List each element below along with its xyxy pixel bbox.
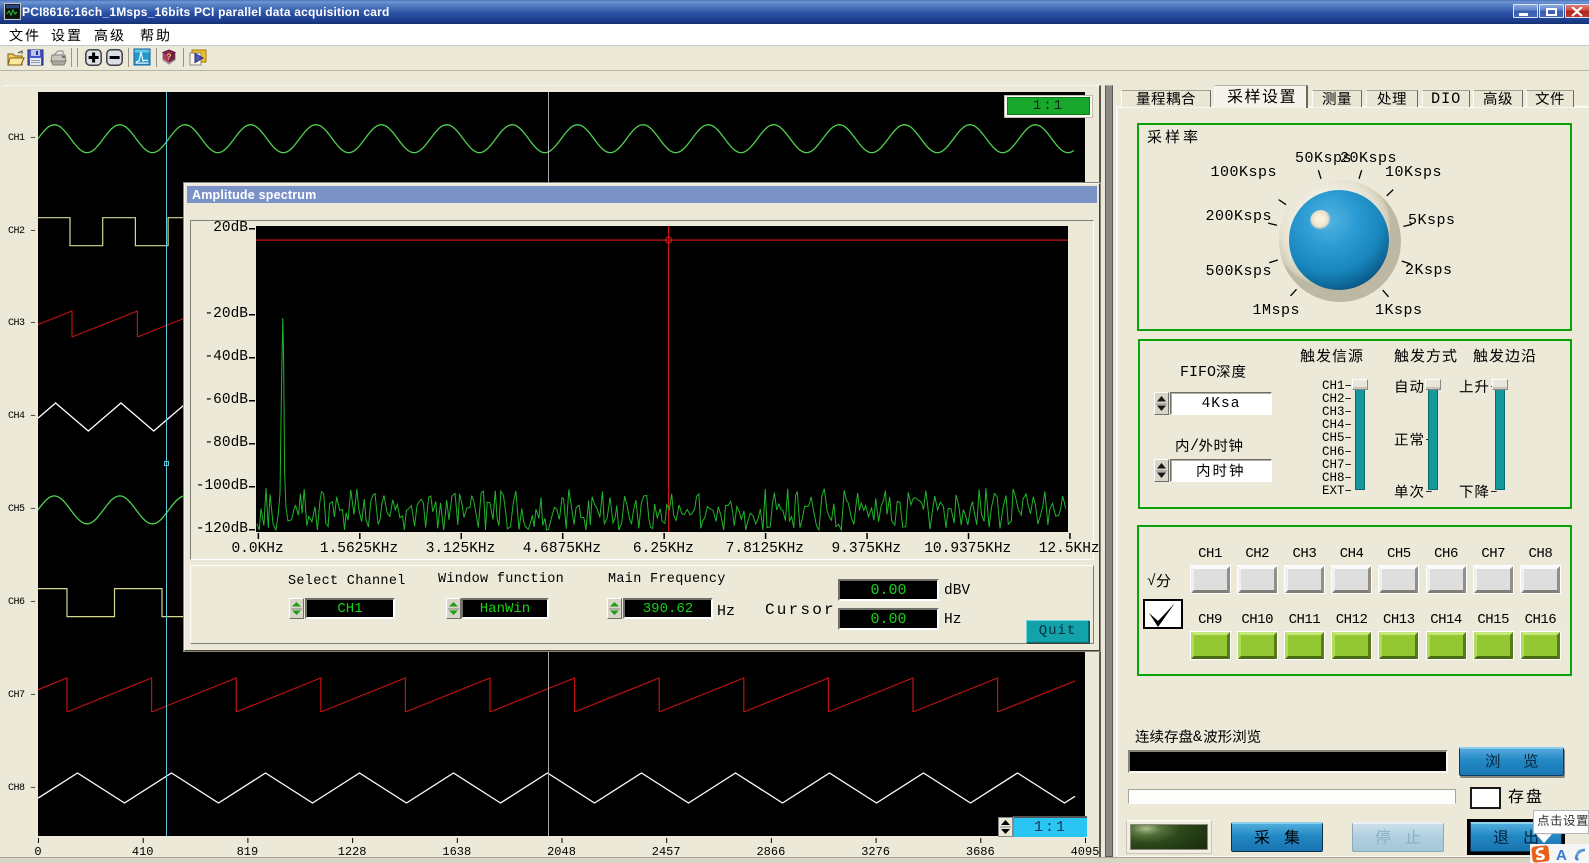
svg-text:O: O <box>1451 90 1460 108</box>
svg-text:&: & <box>1193 728 1202 746</box>
svg-text:/: / <box>1190 437 1199 455</box>
svg-text:D: D <box>1431 90 1440 108</box>
svg-text:I: I <box>1441 90 1450 108</box>
svg-text:A: A <box>1556 847 1567 863</box>
